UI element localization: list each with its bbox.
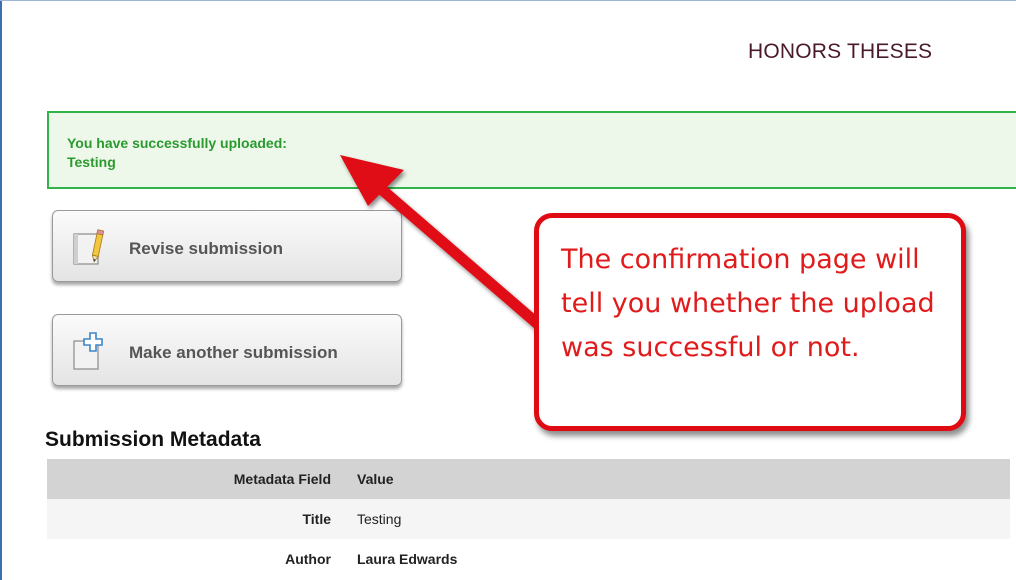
annotation-callout: The confirmation page will tell you whet… <box>534 213 966 431</box>
revise-submission-button[interactable]: Revise submission <box>52 210 402 282</box>
make-another-submission-button[interactable]: Make another submission <box>52 314 402 386</box>
window-top-border <box>0 0 1016 1</box>
uploaded-item-title: Testing <box>67 154 116 170</box>
metadata-value-author: Laura Edwards <box>357 551 458 567</box>
success-alert: You have successfully uploaded: Testing <box>47 111 1016 189</box>
annotation-callout-text: The confirmation page will tell you whet… <box>561 244 935 363</box>
metadata-field-title: Title <box>302 511 331 527</box>
add-document-icon <box>73 332 103 370</box>
table-header-row: Metadata Field Value <box>47 459 1010 499</box>
submission-metadata-heading: Submission Metadata <box>45 428 261 451</box>
revise-submission-label: Revise submission <box>129 239 284 258</box>
page-header-title: HONORS THESES <box>748 40 933 63</box>
make-another-submission-label: Make another submission <box>129 343 338 362</box>
column-header-value: Value <box>357 471 394 487</box>
pencil-document-icon <box>73 229 105 265</box>
window-left-border <box>0 0 2 580</box>
metadata-table: Metadata Field Value Title Testing Autho… <box>47 459 1010 579</box>
column-header-field: Metadata Field <box>233 471 331 487</box>
metadata-value-title: Testing <box>357 511 402 527</box>
success-message: You have successfully uploaded: <box>67 135 287 151</box>
table-row: Title Testing <box>47 499 1010 539</box>
table-row: Author Laura Edwards <box>47 539 1010 579</box>
metadata-field-author: Author <box>285 551 331 567</box>
